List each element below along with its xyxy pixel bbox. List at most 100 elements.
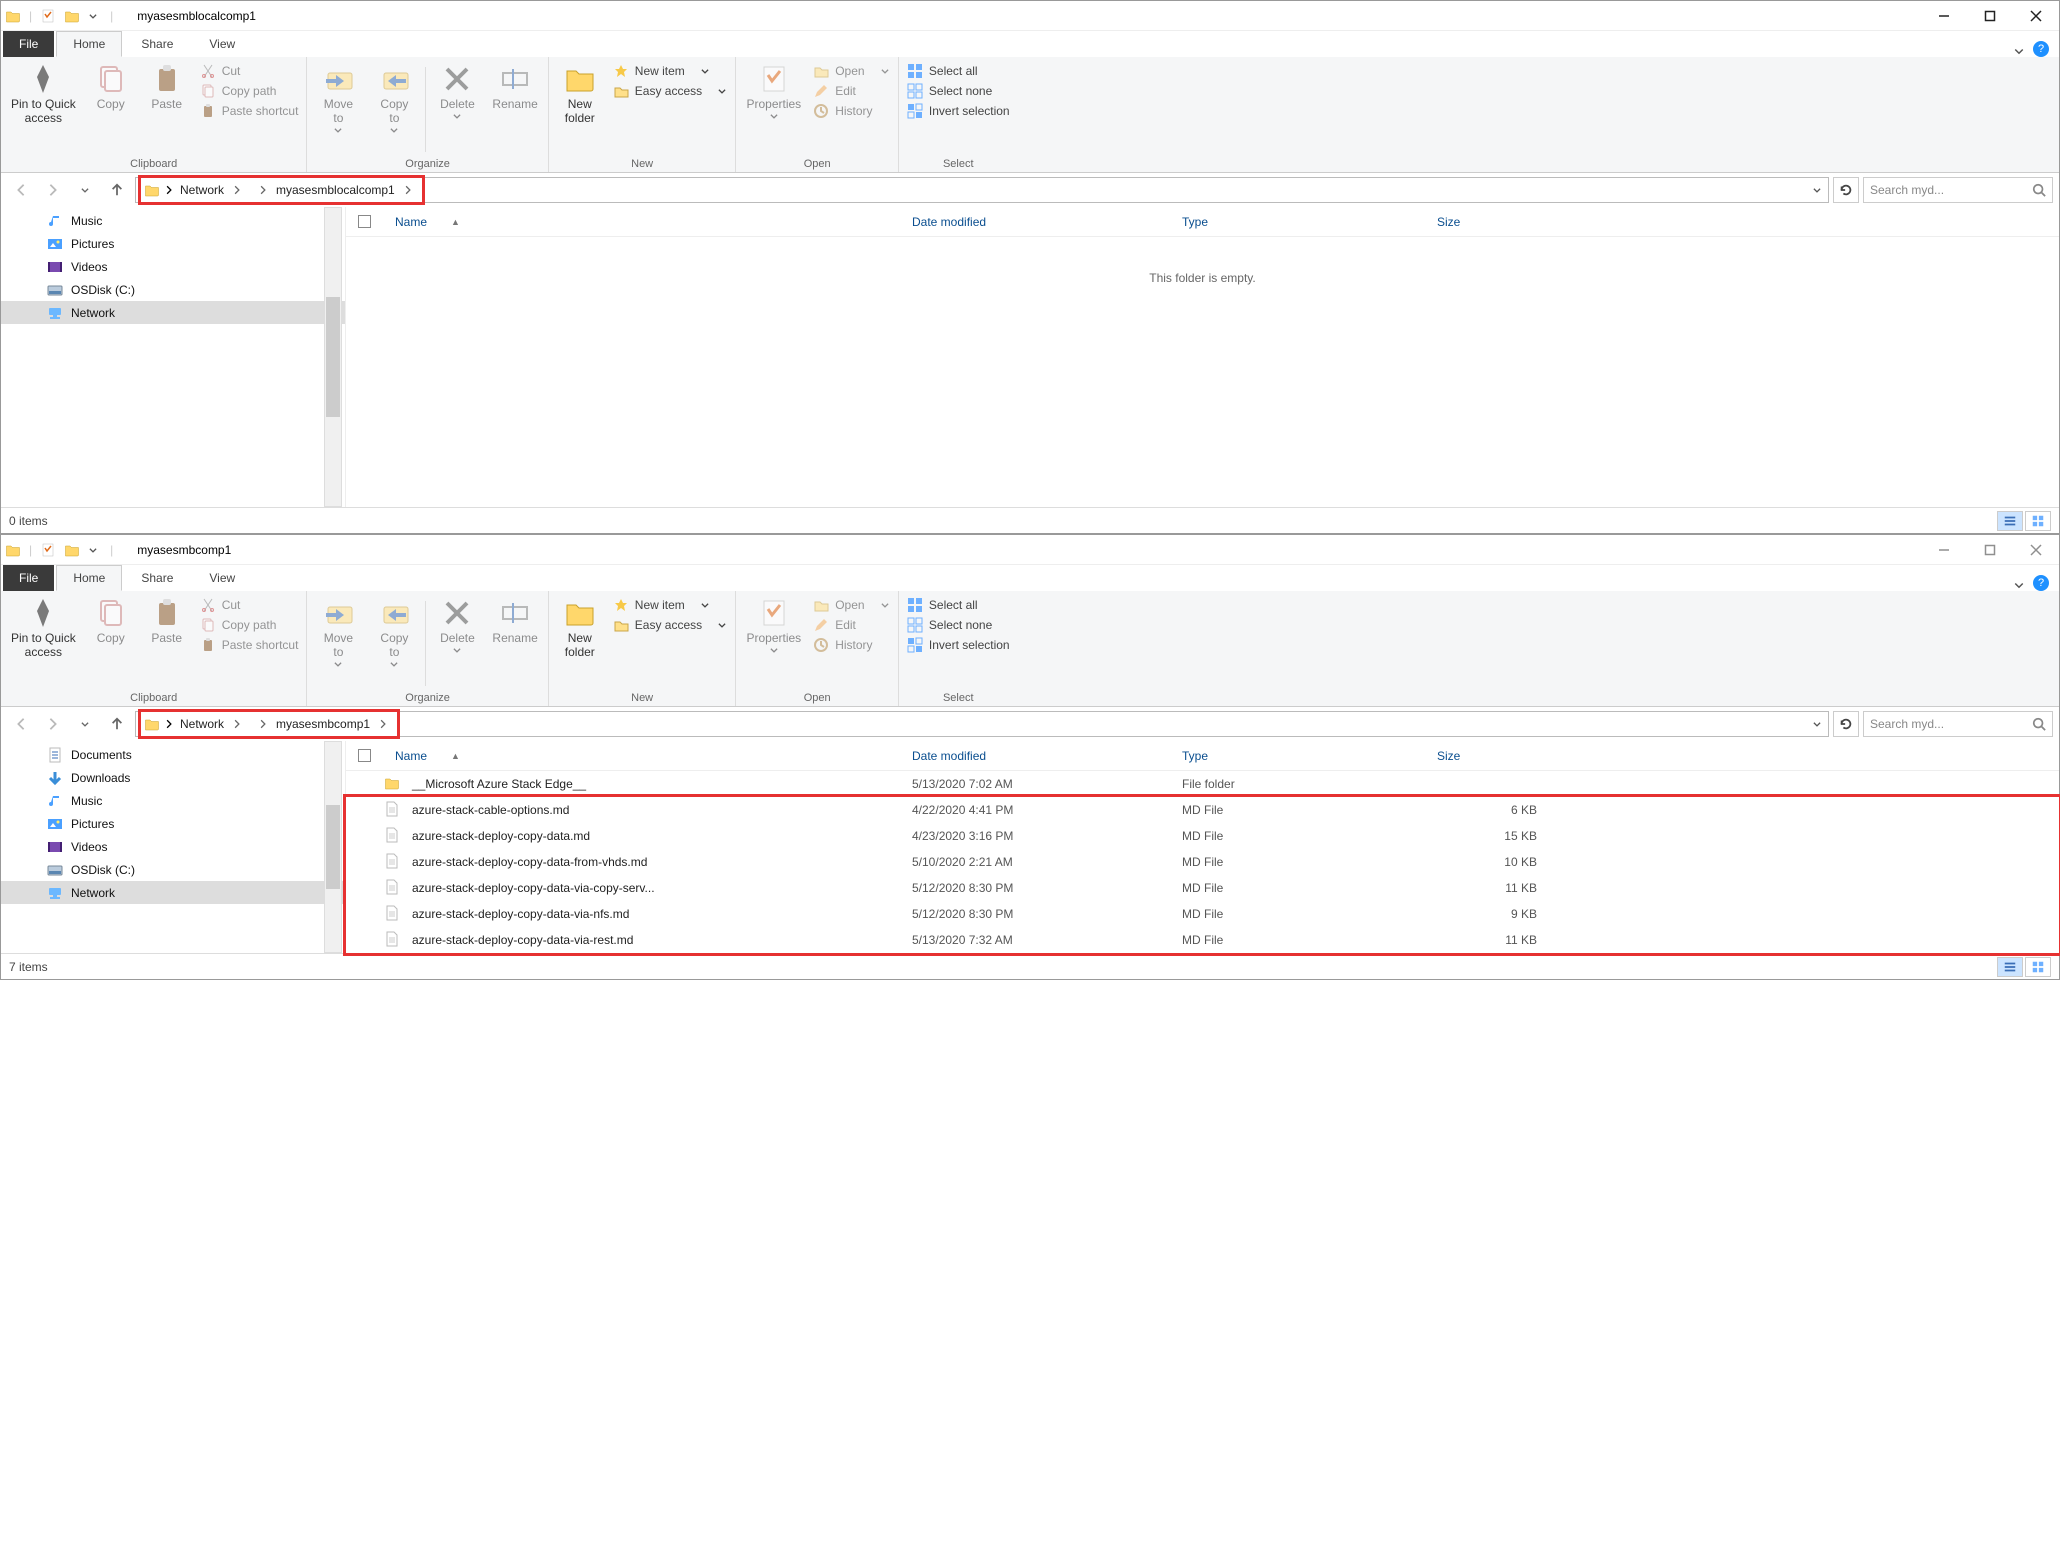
qat-overflow[interactable] xyxy=(88,545,98,555)
invert-selection-button[interactable]: Invert selection xyxy=(907,103,1010,119)
breadcrumb-segment[interactable]: Network xyxy=(174,714,244,734)
pin-quick-access-button[interactable]: Pin to Quick access xyxy=(5,61,82,147)
paste-button[interactable]: Paste xyxy=(140,595,194,681)
address-bar[interactable]: Network myasesmblocalcomp1 xyxy=(135,177,1829,203)
nav-item[interactable]: Music xyxy=(1,789,345,812)
nav-item[interactable]: Downloads xyxy=(1,766,345,789)
cut-button[interactable]: Cut xyxy=(200,597,299,613)
minimize-button[interactable] xyxy=(1921,535,1967,565)
table-row[interactable]: azure-stack-deploy-copy-data-from-vhds.m… xyxy=(346,849,2059,875)
address-dropdown[interactable] xyxy=(1806,712,1828,736)
col-type[interactable]: Type xyxy=(1172,215,1427,229)
nav-item[interactable]: Music xyxy=(1,209,345,232)
table-row[interactable]: __Microsoft Azure Stack Edge__ 5/13/2020… xyxy=(346,771,2059,797)
cut-button[interactable]: Cut xyxy=(200,63,299,79)
close-button[interactable] xyxy=(2013,535,2059,565)
forward-button[interactable] xyxy=(39,711,67,737)
history-button[interactable]: History xyxy=(813,637,890,653)
easy-access-button[interactable]: Easy access xyxy=(613,617,728,633)
table-row[interactable]: azure-stack-deploy-copy-data.md 4/23/202… xyxy=(346,823,2059,849)
easy-access-button[interactable]: Easy access xyxy=(613,83,728,99)
col-size[interactable]: Size xyxy=(1427,215,1547,229)
nav-item[interactable]: OSDisk (C:) xyxy=(1,858,345,881)
close-button[interactable] xyxy=(2013,1,2059,31)
thumbnails-view-button[interactable] xyxy=(2025,511,2051,531)
table-row[interactable]: azure-stack-deploy-copy-data-via-rest.md… xyxy=(346,927,2059,953)
share-tab[interactable]: Share xyxy=(124,565,190,591)
select-all-checkbox[interactable] xyxy=(358,749,371,762)
edit-button[interactable]: Edit xyxy=(813,83,890,99)
help-icon[interactable]: ? xyxy=(2033,575,2049,591)
copy-button[interactable]: Copy xyxy=(84,61,138,147)
select-all-checkbox[interactable] xyxy=(358,215,371,228)
new-item-button[interactable]: New item xyxy=(613,597,728,613)
recent-dropdown[interactable] xyxy=(71,177,99,203)
new-item-button[interactable]: New item xyxy=(613,63,728,79)
nav-item[interactable]: Network xyxy=(1,301,345,324)
properties-button[interactable]: Properties xyxy=(740,61,807,147)
col-name[interactable]: Name▲ xyxy=(346,215,902,229)
nav-item[interactable]: Videos xyxy=(1,255,345,278)
details-view-button[interactable] xyxy=(1997,957,2023,977)
scrollbar[interactable] xyxy=(324,207,342,507)
select-all-button[interactable]: Select all xyxy=(907,63,1010,79)
details-view-button[interactable] xyxy=(1997,511,2023,531)
move-to-button[interactable]: Move to xyxy=(311,595,365,681)
table-row[interactable]: azure-stack-deploy-copy-data-via-copy-se… xyxy=(346,875,2059,901)
up-button[interactable] xyxy=(103,177,131,203)
new-folder-button[interactable]: New folder xyxy=(553,595,607,681)
copy-to-button[interactable]: Copy to xyxy=(367,61,421,147)
paste-button[interactable]: Paste xyxy=(140,61,194,147)
copy-to-button[interactable]: Copy to xyxy=(367,595,421,681)
open-button[interactable]: Open xyxy=(813,63,890,79)
titlebar[interactable]: | | myasesmblocalcomp1 xyxy=(1,1,2059,31)
copy-button[interactable]: Copy xyxy=(84,595,138,681)
search-input[interactable]: Search myd... xyxy=(1863,711,2053,737)
breadcrumb-segment[interactable] xyxy=(244,714,270,734)
share-tab[interactable]: Share xyxy=(124,31,190,57)
search-input[interactable]: Search myd... xyxy=(1863,177,2053,203)
scrollbar[interactable] xyxy=(324,741,342,953)
col-type[interactable]: Type xyxy=(1172,749,1427,763)
home-tab[interactable]: Home xyxy=(56,31,122,57)
copy-path-button[interactable]: Copy path xyxy=(200,617,299,633)
file-tab[interactable]: File xyxy=(3,31,54,57)
nav-pane[interactable]: Music Pictures Videos OSDisk (C:) Networ… xyxy=(1,207,346,507)
refresh-button[interactable] xyxy=(1833,177,1859,203)
table-row[interactable]: azure-stack-cable-options.md 4/22/2020 4… xyxy=(346,797,2059,823)
home-tab[interactable]: Home xyxy=(56,565,122,591)
breadcrumb-segment[interactable]: Network xyxy=(174,180,244,200)
col-name[interactable]: Name▲ xyxy=(346,749,902,763)
qat-folder-icon[interactable] xyxy=(64,8,80,24)
open-button[interactable]: Open xyxy=(813,597,890,613)
rename-button[interactable]: Rename xyxy=(486,595,543,681)
new-folder-button[interactable]: New folder xyxy=(553,61,607,147)
maximize-button[interactable] xyxy=(1967,1,2013,31)
view-tab[interactable]: View xyxy=(192,31,252,57)
select-none-button[interactable]: Select none xyxy=(907,617,1010,633)
help-icon[interactable]: ? xyxy=(2033,41,2049,57)
breadcrumb-segment[interactable] xyxy=(244,180,270,200)
collapse-ribbon-button[interactable] xyxy=(2007,45,2031,57)
col-date[interactable]: Date modified xyxy=(902,215,1172,229)
nav-pane[interactable]: Documents Downloads Music Pictures Video… xyxy=(1,741,346,953)
rename-button[interactable]: Rename xyxy=(486,61,543,147)
copy-path-button[interactable]: Copy path xyxy=(200,83,299,99)
qat-properties-icon[interactable] xyxy=(40,542,56,558)
address-dropdown[interactable] xyxy=(1806,178,1828,202)
maximize-button[interactable] xyxy=(1967,535,2013,565)
thumbnails-view-button[interactable] xyxy=(2025,957,2051,977)
invert-selection-button[interactable]: Invert selection xyxy=(907,637,1010,653)
qat-overflow[interactable] xyxy=(88,11,98,21)
select-all-button[interactable]: Select all xyxy=(907,597,1010,613)
nav-item[interactable]: Documents xyxy=(1,743,345,766)
col-size[interactable]: Size xyxy=(1427,749,1547,763)
col-date[interactable]: Date modified xyxy=(902,749,1172,763)
table-row[interactable]: azure-stack-deploy-copy-data-via-nfs.md … xyxy=(346,901,2059,927)
delete-button[interactable]: Delete xyxy=(430,61,484,147)
select-none-button[interactable]: Select none xyxy=(907,83,1010,99)
delete-button[interactable]: Delete xyxy=(430,595,484,681)
qat-properties-icon[interactable] xyxy=(40,8,56,24)
titlebar[interactable]: | | myasesmbcomp1 xyxy=(1,535,2059,565)
address-bar[interactable]: Network myasesmbcomp1 xyxy=(135,711,1829,737)
